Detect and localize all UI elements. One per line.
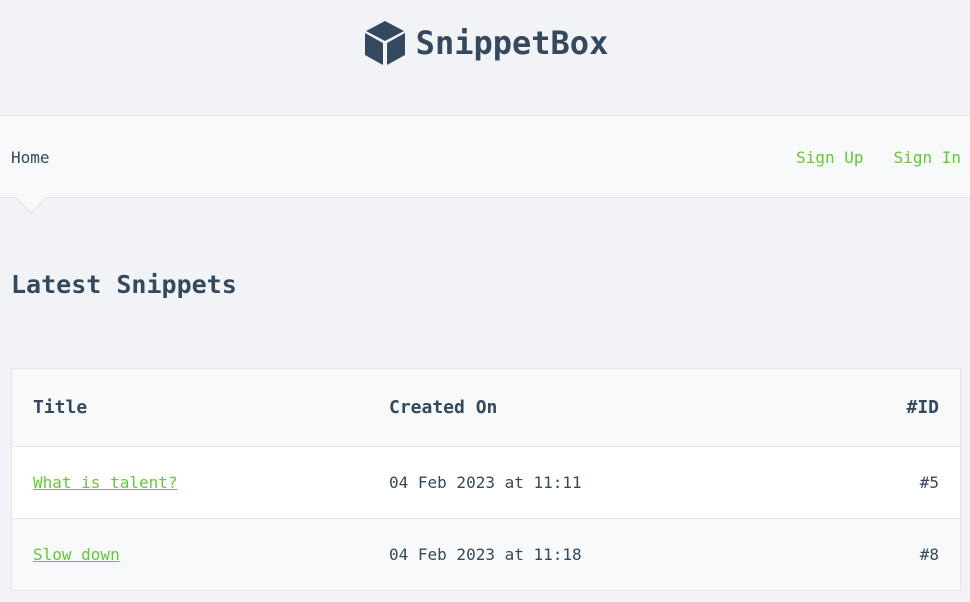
nav-home-link[interactable]: Home	[11, 148, 50, 167]
snippet-created-on: 04 Feb 2023 at 11:18	[368, 518, 818, 590]
top-nav: Home Sign Up Sign In	[0, 115, 970, 214]
snippets-table: Title Created On #ID What is talent? 04 …	[12, 369, 960, 590]
snippet-title-link[interactable]: Slow down	[33, 545, 120, 564]
column-header-id: #ID	[817, 369, 960, 447]
active-nav-pointer	[16, 197, 46, 212]
table-row: Slow down 04 Feb 2023 at 11:18 #8	[12, 518, 960, 590]
column-header-created-on: Created On	[368, 369, 818, 447]
snippet-title-link[interactable]: What is talent?	[33, 473, 178, 492]
site-header: SnippetBox	[0, 0, 970, 115]
snippets-table-container: Title Created On #ID What is talent? 04 …	[11, 368, 961, 591]
snippet-title-cell: Slow down	[12, 518, 368, 590]
table-row: What is talent? 04 Feb 2023 at 11:11 #5	[12, 446, 960, 519]
table-header-row: Title Created On #ID	[12, 369, 960, 447]
snippet-id: #5	[817, 446, 960, 519]
snippet-title-cell: What is talent?	[12, 446, 368, 519]
brand[interactable]: SnippetBox	[364, 20, 609, 66]
sign-in-link[interactable]: Sign In	[894, 148, 961, 167]
sign-up-link[interactable]: Sign Up	[796, 148, 863, 167]
column-header-title: Title	[12, 369, 368, 447]
page-title: Latest Snippets	[11, 270, 237, 299]
nav-auth-links: Sign Up Sign In	[796, 148, 961, 167]
snippet-created-on: 04 Feb 2023 at 11:11	[368, 446, 818, 519]
snippet-id: #8	[817, 518, 960, 590]
brand-name: SnippetBox	[415, 23, 609, 62]
cube-icon	[364, 20, 406, 66]
